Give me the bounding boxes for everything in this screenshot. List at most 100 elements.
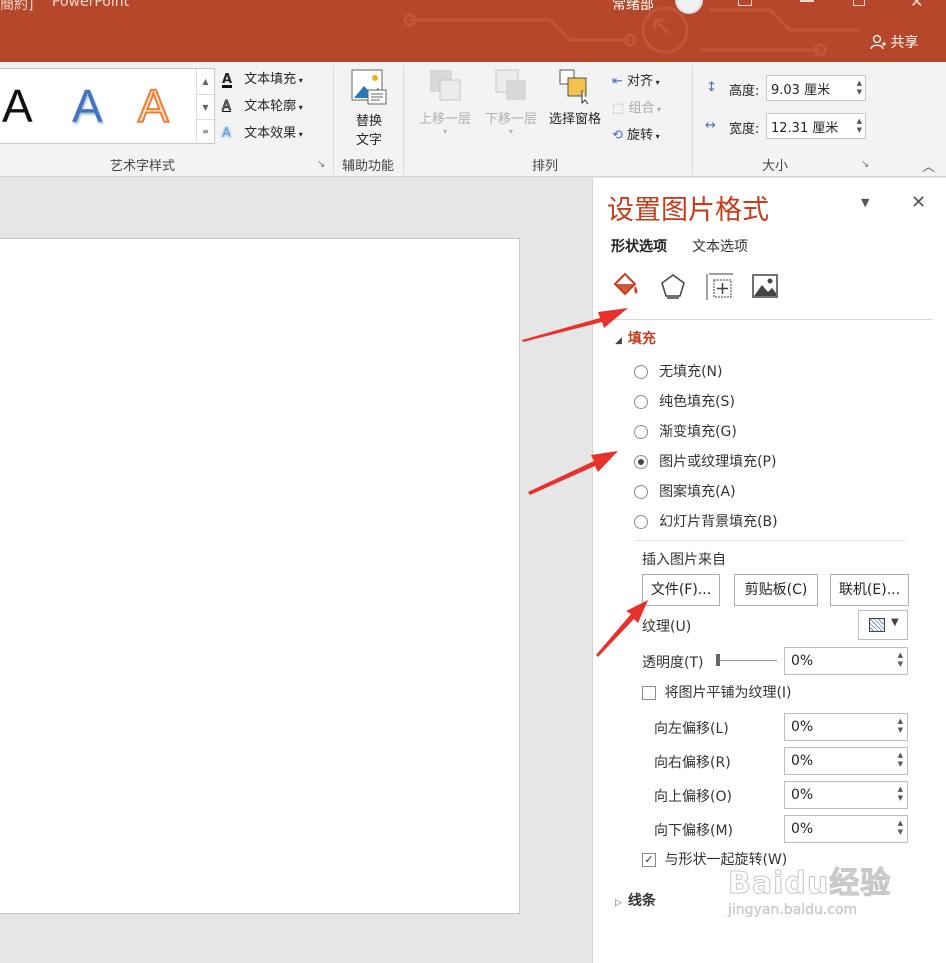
spinner-arrows[interactable]: ▲ ▼ bbox=[898, 751, 903, 769]
line-section-header[interactable]: ▷ 线条 bbox=[615, 890, 656, 910]
spinner-arrows[interactable]: ▲ ▼ bbox=[898, 819, 903, 837]
close-pane-icon[interactable]: ✕ bbox=[911, 192, 926, 213]
offset-right-input[interactable]: 0% ▲ ▼ bbox=[784, 747, 908, 775]
fill-option[interactable]: 图案填充(A) bbox=[634, 481, 914, 511]
height-input[interactable]: 9.03 厘米 ▲ ▼ bbox=[766, 75, 866, 101]
fill-option-label: 纯色填充(S) bbox=[659, 394, 735, 410]
fill-option[interactable]: 无填充(N) bbox=[634, 361, 914, 391]
offset-right-label: 向右偏移(R) bbox=[654, 755, 731, 771]
selection-pane-button[interactable]: 选择窗格 bbox=[544, 68, 606, 127]
fill-option[interactable]: 图片或纹理填充(P) bbox=[634, 451, 914, 481]
width-icon: ↔ bbox=[705, 118, 716, 133]
expand-triangle-icon: ▷ bbox=[615, 898, 622, 908]
text-outline-label: 文本轮廓 bbox=[244, 99, 297, 114]
fill-option[interactable]: 渐变填充(G) bbox=[634, 421, 914, 451]
insert-online-button[interactable]: 联机(E)... bbox=[830, 574, 909, 606]
transparency-input[interactable]: 0% ▲ ▼ bbox=[784, 647, 908, 675]
restore-icon[interactable] bbox=[853, 0, 865, 6]
insert-from-label: 插入图片来自 bbox=[642, 552, 726, 568]
minimize-icon[interactable] bbox=[800, 0, 814, 2]
wordart-sample-orange[interactable]: A bbox=[137, 79, 170, 133]
offset-left-value: 0% bbox=[791, 719, 814, 735]
pane-options-icon[interactable]: ▼ bbox=[861, 196, 869, 209]
insert-file-button[interactable]: 文件(F)... bbox=[642, 574, 720, 606]
width-spinner[interactable]: ▲ ▼ bbox=[857, 117, 862, 135]
scroll-up-icon[interactable]: ▲ bbox=[197, 69, 214, 94]
rotate-with-shape-row[interactable]: ✓ 与形状一起旋转(W) bbox=[642, 849, 787, 869]
size-dialog-launcher-icon[interactable]: ↘ bbox=[861, 159, 869, 170]
rotate-with-shape-checkbox[interactable]: ✓ bbox=[642, 853, 656, 867]
tile-checkbox[interactable] bbox=[642, 686, 656, 700]
offset-bottom-label: 向下偏移(M) bbox=[654, 823, 734, 839]
collapse-ribbon-icon[interactable]: ︿ bbox=[922, 156, 935, 175]
tab-shape-options[interactable]: 形状选项 bbox=[611, 236, 667, 256]
send-backward-button[interactable]: 下移一层 ▾ bbox=[478, 68, 544, 136]
fill-options-group: 无填充(N) 纯色填充(S) 渐变填充(G) 图片或纹理填充(P) 图案填充(A… bbox=[634, 361, 914, 541]
group-button[interactable]: ⬚ 组合 ▾ bbox=[612, 97, 661, 116]
insert-clipboard-button[interactable]: 剪贴板(C) bbox=[734, 574, 818, 606]
gallery-scroll[interactable]: ▲ ▼ ≡ bbox=[196, 69, 214, 144]
width-input[interactable]: 12.31 厘米 ▲ ▼ bbox=[766, 113, 866, 139]
text-effect-icon: A bbox=[222, 126, 231, 141]
collapse-triangle-icon: ◢ bbox=[615, 336, 622, 346]
gallery-more-icon[interactable]: ≡ bbox=[197, 119, 214, 143]
texture-dropdown[interactable]: ▼ bbox=[858, 610, 908, 640]
wordart-sample-black[interactable]: A bbox=[2, 79, 33, 133]
rotate-label: 旋转 bbox=[627, 128, 654, 143]
wordart-sample-blue[interactable]: A bbox=[72, 79, 103, 133]
effects-tab[interactable] bbox=[658, 272, 688, 300]
wordart-gallery[interactable]: A A A ▲ ▼ ≡ bbox=[0, 68, 215, 144]
align-button[interactable]: ⇤ 对齐 ▾ bbox=[612, 70, 660, 89]
transparency-spinner[interactable]: ▲ ▼ bbox=[898, 651, 903, 669]
ribbon-display-icon[interactable] bbox=[738, 0, 752, 6]
spinner-arrows[interactable]: ▲ ▼ bbox=[898, 717, 903, 735]
radio-button[interactable] bbox=[634, 364, 648, 379]
divider bbox=[635, 540, 905, 541]
align-icon: ⇤ bbox=[612, 74, 623, 89]
offset-left-input[interactable]: 0% ▲ ▼ bbox=[784, 713, 908, 741]
tile-checkbox-row[interactable]: 将图片平铺为纹理(I) bbox=[642, 682, 792, 702]
rotate-icon: ⟲ bbox=[612, 128, 623, 143]
height-spinner[interactable]: ▲ ▼ bbox=[857, 79, 862, 97]
bring-forward-button[interactable]: 上移一层 ▾ bbox=[412, 68, 478, 136]
rotate-button[interactable]: ⟲ 旋转 ▾ bbox=[612, 124, 660, 143]
tile-label: 将图片平铺为纹理(I) bbox=[664, 685, 792, 701]
fill-line-tab[interactable] bbox=[611, 272, 641, 300]
offset-bottom-input[interactable]: 0% ▲ ▼ bbox=[784, 815, 908, 843]
offset-top-value: 0% bbox=[791, 787, 814, 803]
fill-option-label: 图案填充(A) bbox=[659, 484, 736, 500]
radio-button[interactable] bbox=[634, 454, 648, 469]
size-properties-tab[interactable] bbox=[705, 272, 735, 300]
radio-button[interactable] bbox=[634, 484, 648, 499]
text-outline-button[interactable]: A 文本轮廓 ▾ bbox=[222, 95, 303, 115]
fill-option[interactable]: 纯色填充(S) bbox=[634, 391, 914, 421]
text-fill-button[interactable]: A 文本填充 ▾ bbox=[222, 68, 303, 87]
text-fill-label: 文本填充 bbox=[244, 72, 297, 87]
transparency-slider-track[interactable] bbox=[717, 660, 777, 661]
radio-button[interactable] bbox=[634, 514, 648, 529]
alt-text-button[interactable]: 替换 文字 bbox=[340, 66, 398, 150]
fill-section-header[interactable]: ◢ 填充 bbox=[615, 328, 656, 348]
scroll-down-icon[interactable]: ▼ bbox=[197, 94, 214, 119]
fill-option[interactable]: 幻灯片背景填充(B) bbox=[634, 511, 914, 541]
share-button[interactable]: 共享 bbox=[870, 32, 918, 52]
tab-text-options[interactable]: 文本选项 bbox=[692, 236, 748, 256]
offset-top-input[interactable]: 0% ▲ ▼ bbox=[784, 781, 908, 809]
fill-option-label: 幻灯片背景填充(B) bbox=[659, 514, 778, 530]
format-picture-pane: 设置图片格式 ▼ ✕ 形状选项 文本选项 ◢ 填充 无填充(N) 纯色填充(S)… bbox=[592, 178, 946, 963]
slide[interactable] bbox=[0, 238, 520, 914]
fill-option-label: 无填充(N) bbox=[659, 364, 723, 380]
transparency-label: 透明度(T) bbox=[642, 655, 704, 671]
picture-tab[interactable] bbox=[751, 272, 781, 300]
dialog-launcher-icon[interactable]: ↘ bbox=[317, 159, 325, 170]
transparency-slider-thumb[interactable] bbox=[716, 654, 720, 666]
send-backward-icon bbox=[495, 69, 526, 100]
spinner-arrows[interactable]: ▲ ▼ bbox=[898, 785, 903, 803]
chevron-down-icon: ▼ bbox=[891, 617, 899, 628]
radio-button[interactable] bbox=[634, 424, 648, 439]
width-value: 12.31 厘米 bbox=[771, 121, 839, 136]
text-effect-button[interactable]: A 文本效果 ▾ bbox=[222, 122, 303, 141]
size-group-label: 大小 bbox=[761, 159, 788, 174]
close-window-icon[interactable]: ✕ bbox=[910, 0, 923, 11]
radio-button[interactable] bbox=[634, 394, 648, 409]
